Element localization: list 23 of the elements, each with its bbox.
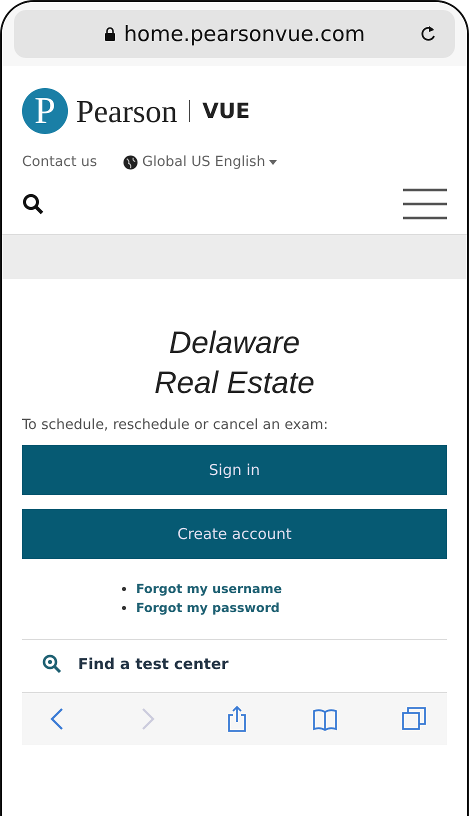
- search-icon: [42, 654, 62, 674]
- product-name: VUE: [202, 99, 250, 123]
- bullet-dot: [122, 586, 126, 590]
- logo-mark: P: [22, 88, 68, 134]
- brand-name: Pearson: [76, 92, 178, 130]
- caret-icon: [269, 160, 278, 164]
- url-text: home.pearsonvue.com: [124, 22, 366, 46]
- search-icon[interactable]: [22, 193, 44, 215]
- forgot-link[interactable]: Forgot my password: [136, 600, 280, 615]
- intro-text: To schedule, reschedule or cancel an exam:: [22, 417, 330, 433]
- globe-icon: [123, 154, 138, 170]
- sign-in-button[interactable]: Sign in: [22, 445, 447, 495]
- bullet-dot: [122, 606, 126, 610]
- language-selector[interactable]: Global US English: [123, 154, 278, 170]
- create-account-button[interactable]: Create account: [22, 509, 447, 559]
- address-bar[interactable]: home.pearsonvue.com: [14, 10, 455, 58]
- menu-icon[interactable]: [403, 188, 447, 220]
- exam-title: Delaware Real Estate: [153, 324, 316, 402]
- reload-icon[interactable]: [419, 24, 437, 44]
- lock-icon: [104, 27, 116, 41]
- forgot-link[interactable]: Forgot my username: [136, 581, 282, 596]
- find-center-link[interactable]: Find a test center: [22, 654, 447, 674]
- contact-link[interactable]: Contact us: [22, 154, 98, 170]
